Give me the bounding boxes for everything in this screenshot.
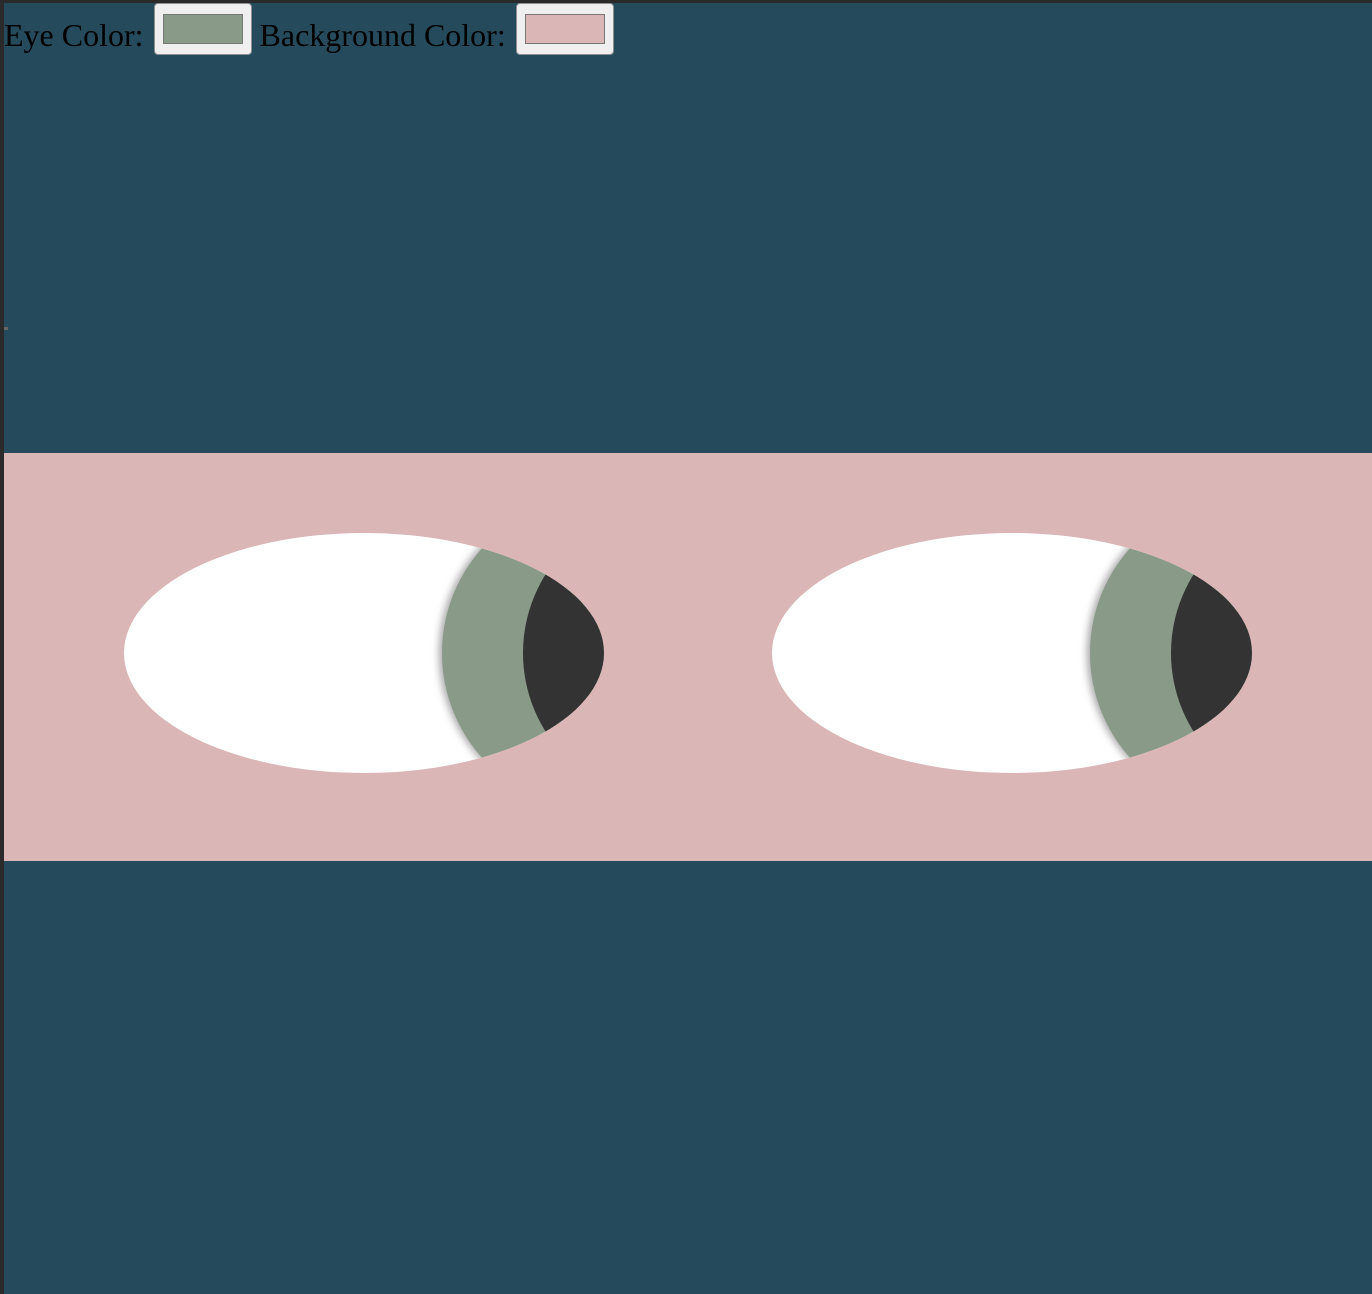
edge-marker: [4, 327, 8, 330]
background-color-swatch: [524, 14, 605, 44]
background-color-label: Background Color:: [259, 17, 506, 53]
color-controls: Eye Color: Background Color:: [4, 3, 622, 59]
eye-color-label: Eye Color:: [4, 17, 144, 53]
eye-color-swatch: [162, 14, 243, 44]
right-eye: [772, 533, 1252, 773]
eyes-band: [4, 453, 1372, 861]
page-canvas: Eye Color: Background Color:: [4, 3, 1372, 1294]
background-color-picker[interactable]: [515, 3, 614, 55]
left-eye: [124, 533, 604, 773]
eye-color-picker[interactable]: [153, 3, 252, 55]
